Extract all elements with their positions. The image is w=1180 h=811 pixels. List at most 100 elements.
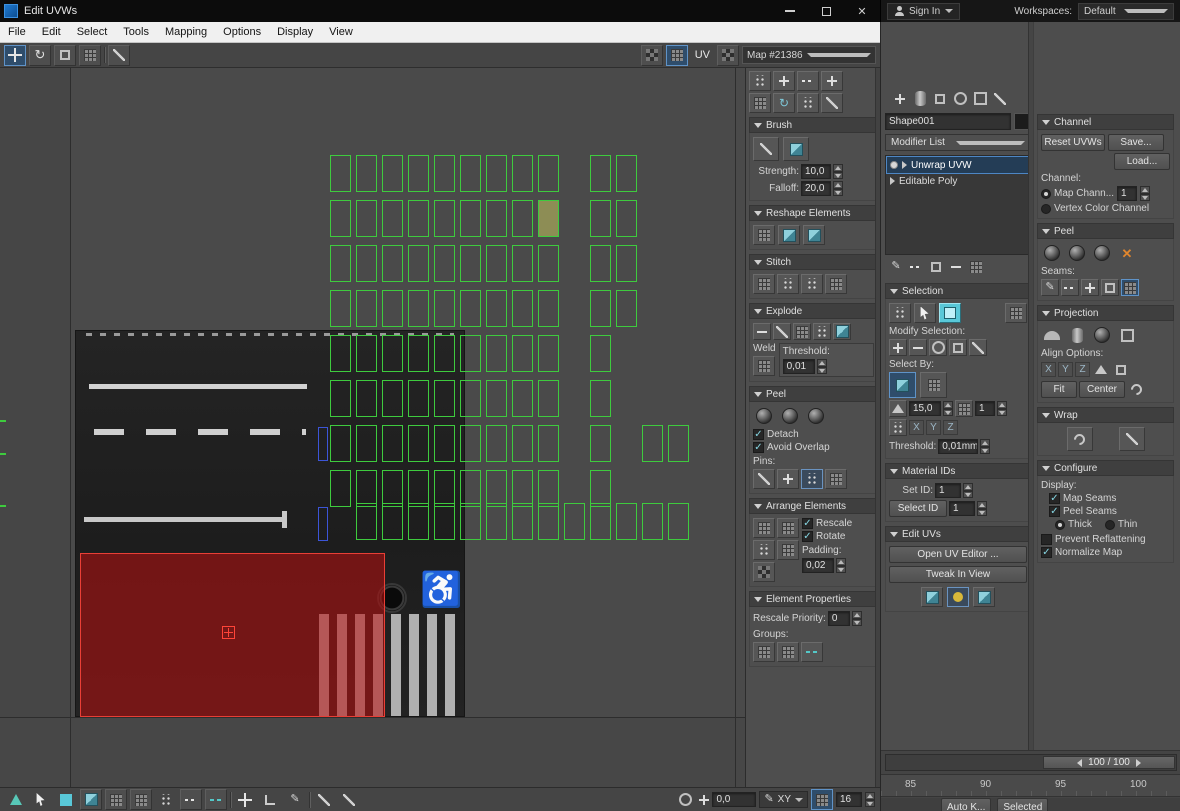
uv-island-cell[interactable] — [460, 335, 481, 372]
grid-size-field[interactable]: 16 — [836, 792, 862, 807]
align-view-icon[interactable] — [1112, 361, 1130, 378]
pack-custom-icon[interactable] — [777, 540, 799, 560]
pin-stack-icon[interactable]: ✎ — [887, 258, 905, 275]
uv-island-cell[interactable] — [512, 425, 533, 462]
straighten-selection-icon[interactable] — [753, 225, 775, 245]
rollout-selection-header[interactable]: Selection — [885, 283, 1031, 299]
rollout-reshape-header[interactable]: Reshape Elements — [749, 205, 878, 221]
uv-island-cell[interactable] — [330, 425, 351, 462]
uv-island-cell[interactable] — [512, 380, 533, 417]
group-create-icon[interactable] — [753, 642, 775, 662]
uv-island-cell[interactable] — [356, 155, 377, 192]
utilities-tab-icon[interactable] — [991, 90, 1009, 107]
edge-distance-icon[interactable] — [180, 789, 202, 810]
modify-tab-icon[interactable] — [911, 90, 929, 107]
uv-island-cell[interactable] — [408, 335, 429, 372]
uv-island-cell[interactable] — [460, 470, 481, 507]
rollout-wrap-header[interactable]: Wrap — [1037, 407, 1174, 423]
uv-island-cell[interactable] — [668, 425, 689, 462]
uv-island-cell[interactable] — [538, 335, 559, 372]
uv-island-cell[interactable] — [434, 200, 455, 237]
space-vertical-icon[interactable] — [749, 93, 771, 113]
ring-selection-icon[interactable] — [929, 339, 947, 356]
make-unique-icon[interactable] — [927, 258, 945, 275]
vertex-select-icon[interactable] — [889, 303, 911, 323]
uv-island-cell[interactable] — [356, 470, 377, 507]
rollout-arrange-header[interactable]: Arrange Elements — [749, 498, 878, 514]
rollout-peel-header[interactable]: Peel — [749, 386, 878, 402]
flatten-by-id-icon[interactable] — [793, 323, 811, 340]
cylindrical-map-icon[interactable] — [1066, 325, 1088, 345]
uv-island-cell[interactable] — [434, 290, 455, 327]
uv-island-cell[interactable] — [382, 155, 403, 192]
plane-dropdown[interactable]: ✎ XY — [759, 791, 808, 808]
modifier-list-dropdown[interactable]: Modifier List — [885, 134, 1031, 151]
uv-island-cell[interactable] — [590, 380, 611, 417]
uv-island-cell[interactable] — [486, 470, 507, 507]
linear-align-icon[interactable] — [797, 71, 819, 91]
uv-island-cell-blue[interactable] — [318, 427, 328, 461]
uv-island-cell[interactable] — [330, 380, 351, 417]
uv-island-cell[interactable] — [642, 425, 663, 462]
rollout-configure-header[interactable]: Configure — [1037, 460, 1174, 476]
uv-island-cell[interactable] — [356, 245, 377, 282]
rollout-stitch-header[interactable]: Stitch — [749, 254, 878, 270]
reset-uvws-button[interactable]: Reset UVWs — [1041, 134, 1105, 151]
uv-island-cell[interactable] — [616, 290, 637, 327]
uv-island-cell[interactable] — [382, 380, 403, 417]
stitch-target-icon[interactable] — [825, 274, 847, 294]
freeform-tool-icon[interactable] — [79, 45, 101, 66]
modifier-toggle-icon[interactable] — [890, 161, 898, 169]
grow-selection-icon[interactable] — [889, 339, 907, 356]
coordinate-field[interactable]: 0,0 — [712, 792, 756, 807]
relax-icon[interactable] — [803, 225, 825, 245]
box-map-icon[interactable] — [1116, 325, 1138, 345]
map-channel-field[interactable]: 1 — [1117, 186, 1137, 201]
uv-island-cell[interactable] — [408, 290, 429, 327]
pin-show-icon[interactable] — [825, 469, 847, 489]
pen-edit-icon[interactable]: ✎ — [284, 789, 306, 810]
select-id-field[interactable]: 1 — [949, 501, 975, 516]
smoothing-group-icon[interactable] — [955, 400, 973, 417]
rotate-tool-icon[interactable]: ↻ — [29, 45, 51, 66]
ignore-backfacing-icon[interactable] — [969, 339, 987, 356]
uv-island-cell[interactable] — [590, 335, 611, 372]
modifier-editable-poly[interactable]: Editable Poly — [887, 173, 1029, 189]
uv-island-cell[interactable] — [486, 425, 507, 462]
uv-island-cell[interactable] — [408, 155, 429, 192]
peel-mode-icon[interactable] — [779, 406, 801, 426]
uvw-grid-icon[interactable] — [130, 789, 152, 810]
select-by-planar-icon[interactable] — [920, 372, 947, 398]
threshold-field[interactable]: 0,01mm — [938, 439, 978, 454]
rollout-channel-header[interactable]: Channel — [1037, 114, 1174, 130]
uv-island-cell[interactable] — [330, 245, 351, 282]
uv-island-cell[interactable] — [356, 335, 377, 372]
flip-horizontal-icon[interactable] — [821, 93, 843, 113]
menu-mapping[interactable]: Mapping — [157, 22, 215, 43]
weld-icon[interactable] — [753, 356, 775, 376]
falloff-spinner[interactable] — [833, 181, 843, 196]
pin-remove-icon[interactable] — [801, 469, 823, 489]
map-dropdown[interactable]: Map #21386...38 (7.jpg) — [742, 46, 876, 64]
uv-island-cell[interactable] — [538, 503, 559, 540]
rollout-element-properties-header[interactable]: Element Properties — [749, 591, 878, 607]
uv-island-cell[interactable] — [382, 470, 403, 507]
hierarchy-tab-icon[interactable] — [931, 90, 949, 107]
uv-island-cell[interactable] — [668, 503, 689, 540]
reset-projection-icon[interactable] — [1127, 381, 1145, 398]
surface-wrap-icon[interactable] — [1119, 427, 1145, 451]
rescale-checkbox[interactable]: ✓ — [802, 518, 813, 529]
motion-tab-icon[interactable] — [951, 90, 969, 107]
planar-angle-icon[interactable] — [889, 400, 907, 417]
falloff-field[interactable]: 20,0 — [801, 181, 831, 196]
select-id-spinner[interactable] — [977, 501, 987, 516]
uv-island-cell[interactable] — [538, 380, 559, 417]
uv-island-cell[interactable] — [512, 245, 533, 282]
uv-island-cell[interactable] — [460, 380, 481, 417]
uv-island-cell[interactable] — [434, 155, 455, 192]
previous-frame-arrow[interactable] — [1077, 759, 1082, 767]
cube-mode-icon[interactable] — [80, 789, 102, 810]
rollout-projection-header[interactable]: Projection — [1037, 305, 1174, 321]
selected-filter-dropdown[interactable]: Selected — [997, 798, 1048, 811]
menu-options[interactable]: Options — [215, 22, 269, 43]
